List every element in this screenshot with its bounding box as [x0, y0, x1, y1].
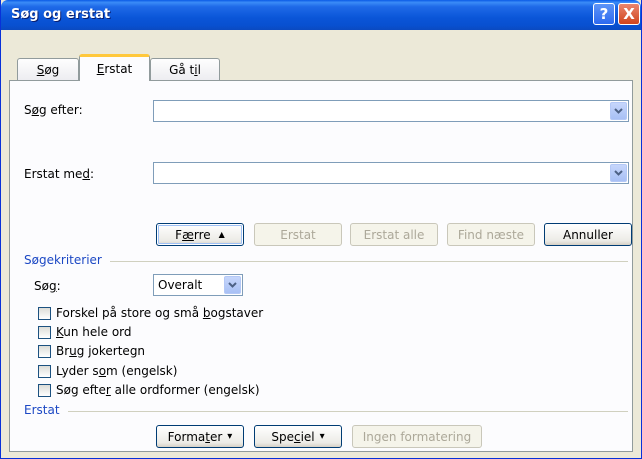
no-formatting-button-label: Ingen formatering: [362, 429, 472, 444]
no-formatting-button[interactable]: Ingen formatering: [352, 425, 482, 448]
dialog-title: Søg og erstat: [11, 7, 111, 22]
find-next-button[interactable]: Find næste: [447, 223, 535, 246]
replace-button[interactable]: Erstat: [254, 223, 342, 246]
replace-tab-panel: Søg efter: Erstat med: Færre ▲ Erstat Er…: [9, 80, 633, 452]
direction-dropdown-arrow[interactable]: [224, 276, 241, 294]
less-button-label: Færre: [175, 227, 211, 242]
tab-search-label: Søg: [36, 63, 60, 77]
less-button[interactable]: Færre ▲: [156, 223, 244, 246]
whole-words-label: Kun hele ord: [56, 325, 132, 339]
close-button[interactable]: X: [618, 3, 640, 25]
replace-divider: [24, 411, 628, 412]
search-dropdown-arrow[interactable]: [610, 102, 627, 120]
search-direction-value: Overalt: [158, 278, 203, 292]
tab-goto[interactable]: Gå til: [150, 58, 220, 81]
format-button-label: Formater: [167, 429, 223, 444]
dropdown-arrow-icon: ▾: [319, 431, 325, 442]
replace-button-label: Erstat: [280, 227, 316, 242]
match-case-checkbox[interactable]: [38, 307, 51, 320]
replace-section-title: Erstat: [24, 403, 68, 417]
chevron-up-icon: ▲: [218, 230, 225, 239]
criteria-section-title: Søgekriterier: [24, 253, 110, 267]
replace-all-button-label: Erstat alle: [363, 227, 425, 242]
close-icon: X: [623, 5, 635, 23]
search-direction-select[interactable]: Overalt: [153, 274, 243, 296]
replace-all-button[interactable]: Erstat alle: [350, 223, 438, 246]
find-next-button-label: Find næste: [457, 227, 525, 242]
replace-with-label: Erstat med:: [24, 167, 95, 181]
tab-replace[interactable]: Erstat: [79, 54, 150, 81]
replace-with-combo[interactable]: [153, 162, 629, 184]
replace-dropdown-arrow[interactable]: [610, 164, 627, 182]
all-word-forms-label: Søg efter alle ordformer (engelsk): [56, 383, 260, 397]
cancel-button-label: Annuller: [562, 227, 613, 242]
tab-goto-label: Gå til: [169, 63, 201, 77]
dropdown-arrow-icon: ▾: [227, 431, 233, 442]
search-direction-label: Søg:: [34, 279, 61, 293]
help-icon: ?: [599, 5, 609, 23]
special-button[interactable]: Speciel ▾: [254, 425, 342, 448]
wildcards-label: Brug jokertegn: [56, 344, 146, 358]
chevron-down-icon: [228, 282, 237, 288]
criteria-divider: [24, 261, 628, 262]
tab-replace-label: Erstat: [96, 62, 133, 76]
chevron-down-icon: [614, 170, 623, 176]
help-button[interactable]: ?: [593, 3, 615, 25]
sounds-like-label: Lyder som (engelsk): [56, 364, 178, 378]
search-for-label: Søg efter:: [24, 103, 83, 117]
sounds-like-checkbox[interactable]: [38, 365, 51, 378]
format-button[interactable]: Formater ▾: [156, 425, 244, 448]
search-for-combo[interactable]: [153, 100, 629, 122]
find-replace-dialog: Søg og erstat ? X Søg Erstat Gå til Søg …: [0, 0, 642, 459]
title-bar[interactable]: Søg og erstat ? X: [1, 0, 641, 30]
all-word-forms-checkbox[interactable]: [38, 384, 51, 397]
special-button-label: Speciel: [271, 429, 315, 444]
tab-search[interactable]: Søg: [17, 58, 79, 81]
chevron-down-icon: [614, 108, 623, 114]
wildcards-checkbox[interactable]: [38, 345, 51, 358]
cancel-button[interactable]: Annuller: [544, 223, 632, 246]
match-case-label: Forskel på store og små bogstaver: [56, 306, 264, 320]
whole-words-checkbox[interactable]: [38, 326, 51, 339]
